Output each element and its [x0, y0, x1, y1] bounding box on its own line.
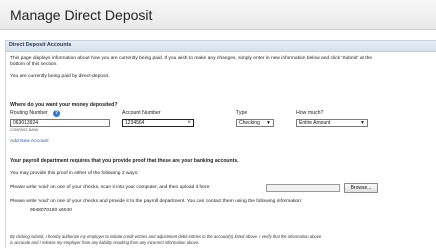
payment-status-text: You are currently being paid by direct-d…: [10, 74, 110, 79]
deposit-question: Where do you want your money deposited?: [10, 102, 118, 108]
file-upload-field[interactable]: [266, 184, 340, 192]
routing-number-value: 063013924: [13, 120, 39, 126]
page-title: Manage Direct Deposit: [10, 7, 153, 23]
account-number-label: Account Number: [122, 110, 161, 116]
amount-select[interactable]: Entire Amount ▼: [296, 119, 368, 127]
add-new-account-link[interactable]: Add New Account: [10, 139, 49, 144]
contact-phone: 9048070160 x6040: [30, 208, 72, 213]
clear-icon[interactable]: ×: [187, 120, 191, 126]
proof-option-upload: Please write 'void' on one of your check…: [10, 185, 211, 190]
how-much-label: How much?: [296, 110, 324, 116]
intro-text-line1: This page displays information about how…: [10, 56, 373, 61]
account-number-value: 1234564: [125, 120, 145, 126]
direct-deposit-panel: Direct Deposit Accounts: [5, 40, 436, 248]
chevron-down-icon: ▼: [266, 120, 271, 126]
bank-name: COMPASS BANK: [10, 128, 39, 132]
proof-ways-text: You may provide this proof in either of …: [10, 171, 139, 176]
proof-option-mail: Please write 'void' on one of your check…: [10, 199, 303, 204]
panel-title: Direct Deposit Accounts: [9, 42, 72, 48]
authorization-disclaimer-line2: is accurate and I release my employer fr…: [10, 240, 200, 245]
type-label: Type: [236, 110, 248, 116]
routing-number-label: Routing Number: [10, 110, 48, 116]
browse-button[interactable]: Browse...: [344, 183, 378, 193]
chevron-down-icon: ▼: [360, 120, 365, 126]
help-icon[interactable]: ?: [53, 110, 60, 117]
amount-value: Entire Amount: [299, 120, 331, 126]
proof-heading: Your payroll department requires that yo…: [10, 158, 239, 164]
account-number-input[interactable]: 1234564 ×: [122, 119, 194, 127]
authorization-disclaimer-line1: By clicking submit, I hereby authorize m…: [10, 234, 322, 239]
account-type-select[interactable]: Checking ▼: [236, 119, 274, 127]
routing-number-input[interactable]: 063013924: [10, 119, 110, 127]
panel-header: Direct Deposit Accounts: [6, 41, 436, 52]
intro-text-line2: bottom of this section.: [10, 62, 58, 67]
account-type-value: Checking: [239, 120, 260, 126]
page-header: Manage Direct Deposit: [0, 0, 436, 30]
